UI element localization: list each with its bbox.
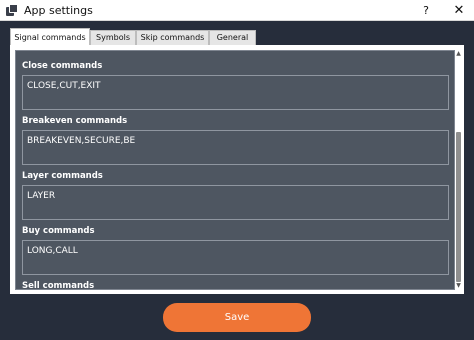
close-commands-input[interactable]: CLOSE,CUT,EXIT bbox=[22, 75, 449, 110]
scroll-down-icon[interactable]: ▼ bbox=[455, 282, 462, 290]
layer-commands-input[interactable]: LAYER bbox=[22, 185, 449, 220]
window-title: App settings bbox=[24, 4, 93, 17]
buy-commands-label: Buy commands bbox=[22, 226, 95, 236]
title-bar: App settings ? ✕ bbox=[0, 0, 474, 21]
tab-symbols[interactable]: Symbols bbox=[90, 30, 136, 45]
tab-panel: Close commands CLOSE,CUT,EXIT Breakeven … bbox=[10, 45, 464, 294]
breakeven-commands-input[interactable]: BREAKEVEN,SECURE,BE bbox=[22, 130, 449, 165]
settings-scroll-area[interactable]: Close commands CLOSE,CUT,EXIT Breakeven … bbox=[15, 50, 455, 290]
tab-general[interactable]: General bbox=[209, 30, 256, 45]
tab-skip-commands[interactable]: Skip commands bbox=[136, 30, 209, 45]
breakeven-commands-label: Breakeven commands bbox=[22, 116, 128, 126]
help-button[interactable]: ? bbox=[414, 0, 438, 21]
close-commands-label: Close commands bbox=[22, 61, 103, 71]
save-button[interactable]: Save bbox=[163, 303, 311, 332]
buy-commands-input[interactable]: LONG,CALL bbox=[22, 240, 449, 275]
app-icon bbox=[6, 4, 18, 16]
close-button[interactable]: ✕ bbox=[444, 0, 474, 21]
layer-commands-label: Layer commands bbox=[22, 171, 103, 181]
tab-signal-commands[interactable]: Signal commands bbox=[10, 28, 90, 46]
scroll-up-icon[interactable]: ▲ bbox=[455, 50, 462, 58]
scroll-thumb[interactable] bbox=[456, 132, 461, 282]
sell-commands-label: Sell commands bbox=[22, 281, 95, 290]
vertical-scrollbar[interactable]: ▲ ▼ bbox=[455, 50, 462, 290]
